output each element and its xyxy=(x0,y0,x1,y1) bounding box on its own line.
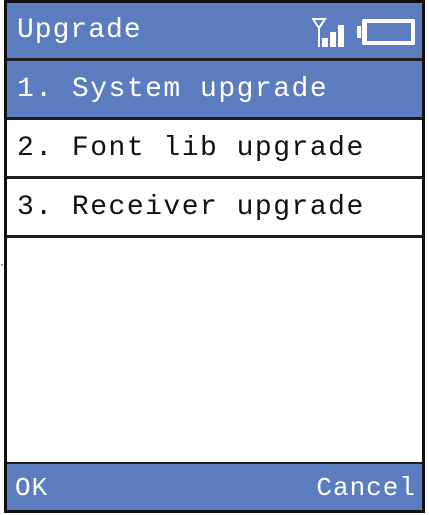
page-title: Upgrade xyxy=(17,15,142,46)
menu-item-receiver-upgrade[interactable]: 3. Receiver upgrade xyxy=(7,179,422,238)
cancel-softkey[interactable]: Cancel xyxy=(316,473,416,503)
menu-item-label: 3. Receiver upgrade xyxy=(17,192,365,223)
device-screen: Upgrade 1. System upgrade 2. Font lib up… xyxy=(4,0,425,513)
battery-icon xyxy=(357,19,415,45)
signal-strength-icon xyxy=(312,18,344,47)
menu-item-system-upgrade[interactable]: 1. System upgrade xyxy=(7,61,422,120)
ok-softkey[interactable]: OK xyxy=(15,473,48,503)
menu-item-label: 1. System upgrade xyxy=(17,74,329,105)
menu-item-label: 2. Font lib upgrade xyxy=(17,133,365,164)
menu-item-font-lib-upgrade[interactable]: 2. Font lib upgrade xyxy=(7,120,422,179)
title-bar: Upgrade xyxy=(7,3,422,61)
softkey-bar: OK Cancel xyxy=(7,462,422,510)
upgrade-menu: 1. System upgrade 2. Font lib upgrade 3.… xyxy=(7,61,422,238)
